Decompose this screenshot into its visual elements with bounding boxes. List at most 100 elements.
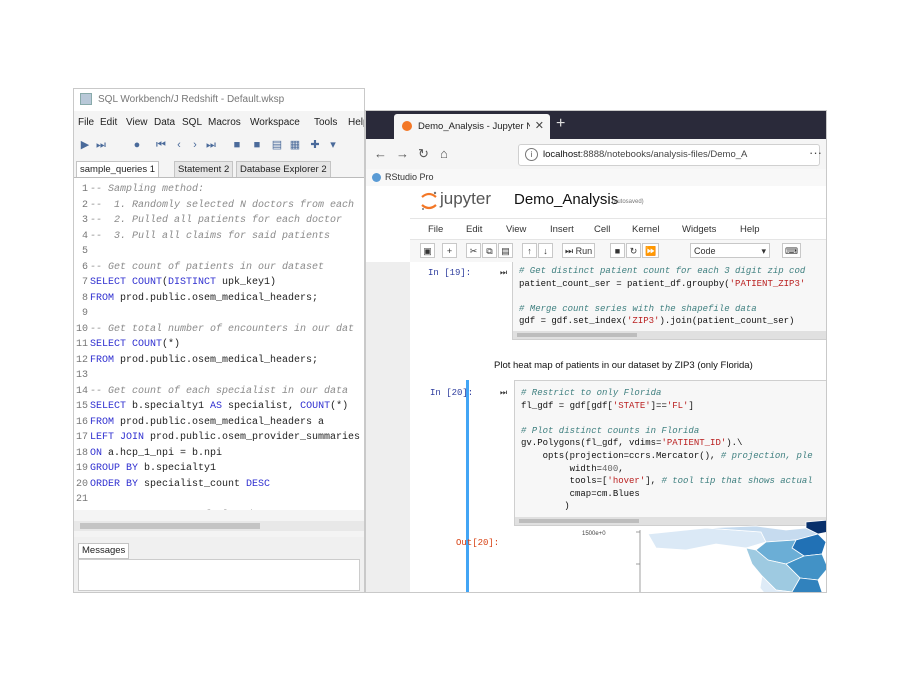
execute-icon[interactable]: ▶ [78,138,92,152]
tab-messages[interactable]: Messages [78,543,130,559]
jupyter-menu-file[interactable]: File [428,224,443,235]
tab-statement-2[interactable]: Statement 2 [174,161,234,177]
cell1-run-icon[interactable]: ⏭ [500,268,507,278]
sql-editor-horizontal-scrollbar[interactable] [74,521,364,531]
commit-icon[interactable]: ■ [230,138,244,152]
sql-editor-line[interactable]: 11 SELECT COUNT(*) [74,337,364,353]
insert-cell-icon[interactable]: + [442,243,457,258]
move-up-icon[interactable]: ↑ [522,243,537,258]
first-icon[interactable]: ⏮ [154,138,168,152]
sql-menu-workspace[interactable]: Workspace [250,117,300,128]
sql-editor-line[interactable]: 18 ON a.hcp_1_npi = b.npi [74,446,364,462]
restart-icon[interactable]: ↻ [626,243,641,258]
jupyter-logo-text[interactable]: jupyter [440,189,491,209]
code-token: gdf = gdf.set_index( [519,316,628,327]
browser-menu-icon[interactable]: ··· [809,145,822,160]
sql-editor-line[interactable]: 1 -- Sampling method: [74,182,364,198]
sql-token: -- Get percentage of closed encounters [90,510,318,511]
restart-run-all-icon[interactable]: ⏩ [642,243,660,258]
execute-all-icon[interactable]: ⏭ [94,138,108,152]
sql-editor-line[interactable]: 13 [74,368,364,384]
sql-menu-file[interactable]: File [78,117,94,128]
browser-tab[interactable]: Demo_Analysis - Jupyter Notebook ✕ [394,114,550,139]
sql-editor-line[interactable]: 2 -- 1. Randomly selected N doctors from … [74,198,364,214]
run-label: Run [575,246,593,256]
interrupt-icon[interactable]: ■ [610,243,625,258]
sql-token: -- Sampling method: [90,184,205,195]
table-icon[interactable]: ▦ [288,138,302,152]
sql-editor-line[interactable]: 22-- Get percentage of closed encounters [74,508,364,511]
sql-editor-line[interactable]: 20 ORDER BY specialist_count DESC [74,477,364,493]
jupyter-menu-edit[interactable]: Edit [466,224,482,235]
reload-icon[interactable]: ↻ [418,146,429,162]
sql-editor-line[interactable]: 14 -- Get count of each specialist in our… [74,384,364,400]
cell2-run-icon[interactable]: ⏭ [500,388,507,398]
sql-editor-line[interactable]: 17 LEFT JOIN prod.public.osem_provider_su… [74,430,364,446]
sql-editor-line[interactable]: 16 FROM prod.public.osem_medical_headers … [74,415,364,431]
tab-database-explorer[interactable]: Database Explorer 2 [236,161,331,177]
sql-editor-line[interactable]: 6 -- Get count of patients in our dataset [74,260,364,276]
dropdown-arrow-icon[interactable]: ▾ [326,138,340,152]
jupyter-menu-kernel[interactable]: Kernel [632,224,659,235]
new-tab-icon[interactable]: + [556,115,565,133]
jupyter-logo-icon[interactable] [420,190,438,212]
sql-editor-line[interactable]: 7 SELECT COUNT(DISTINCT upk_key1) [74,275,364,291]
cell1-code-editor[interactable]: gdf = gdf.set_index('ZIP3').join(patient… [512,262,826,340]
sql-token: b.specialty1 [126,401,211,412]
run-button[interactable]: ⏭ Run [562,243,596,258]
sql-menu-view[interactable]: View [126,117,148,128]
sql-editor-line[interactable]: 19 GROUP BY b.specialty1 [74,461,364,477]
sql-editor-line[interactable]: 9 [74,306,364,322]
bookmark-rstudio[interactable]: RStudio Pro [385,172,434,182]
sql-editor-line[interactable]: 10 -- Get total number of encounters in o… [74,322,364,338]
sql-editor[interactable]: 1 -- Sampling method: 2 -- 1. Randomly sele… [74,178,364,510]
home-icon[interactable]: ⌂ [440,146,448,161]
move-down-icon[interactable]: ↓ [538,243,553,258]
rollback-icon[interactable]: ■ [250,138,264,152]
jupyter-menu-insert[interactable]: Insert [550,224,574,235]
sql-editor-line[interactable]: 4 -- 3. Pull all claims for said patients [74,229,364,245]
sql-editor-line[interactable]: 15 SELECT b.specialty1 AS specialist, COU… [74,399,364,415]
cell1-scrollbar[interactable] [513,331,826,339]
jupyter-menu-help[interactable]: Help [740,224,760,235]
copy-icon[interactable]: ⧉ [482,243,497,258]
sql-menu-edit[interactable]: Edit [100,117,117,128]
jupyter-menu-cell[interactable]: Cell [594,224,610,235]
notebook-name[interactable]: Demo_Analysis [514,191,618,208]
database-icon[interactable]: ▤ [270,138,284,152]
sql-editor-line[interactable]: 5 [74,244,364,260]
last-icon[interactable]: ⏭ [204,138,218,152]
cell-type-select[interactable]: Code ▾ [690,243,770,258]
address-bar[interactable]: i localhost:8888/notebooks/analysis-file… [518,144,820,166]
save-icon[interactable]: ▣ [420,243,435,258]
back-icon[interactable]: ← [374,146,387,161]
close-tab-icon[interactable]: ✕ [535,119,544,132]
scrollbar-thumb[interactable] [80,523,260,529]
sql-menu-data[interactable]: Data [154,117,175,128]
sql-editor-line[interactable]: 3 -- 2. Pulled all patients for each doct… [74,213,364,229]
jupyter-menu-view[interactable]: View [506,224,526,235]
sql-menu-help[interactable]: Help [348,117,364,128]
command-palette-icon[interactable]: ⌨ [782,243,801,258]
cut-icon[interactable]: ✂ [466,243,481,258]
tab-sample-queries[interactable]: sample_queries 1 [76,161,159,177]
sql-editor-line[interactable]: 21 [74,492,364,508]
sql-editor-line[interactable]: 12 FROM prod.public.osem_medical_headers; [74,353,364,369]
site-info-icon[interactable]: i [525,148,538,161]
sql-editor-line[interactable]: 8 FROM prod.public.osem_medical_headers; [74,291,364,307]
plugin-icon[interactable]: ✚ [308,138,322,152]
sql-menu-sql[interactable]: SQL [182,117,202,128]
stop-icon[interactable]: ● [130,138,144,152]
jupyter-menu-widgets[interactable]: Widgets [682,224,716,235]
cell2-code-editor[interactable]: ) cmap=cm.Blues tools=['hover'], # tool … [514,380,826,526]
sql-title-bar[interactable]: SQL Workbench/J Redshift - Default.wksp [74,89,364,111]
sql-menu-tools[interactable]: Tools [314,117,337,128]
forward-icon[interactable]: → [396,146,409,161]
code-token: fl_gdf = gdf[gdf[ [521,400,613,411]
paste-icon[interactable]: ▤ [498,243,513,258]
next-icon[interactable]: › [188,138,202,152]
sql-menu-macros[interactable]: Macros [208,117,241,128]
florida-heatmap-output[interactable]: 1500e+0 [556,520,826,593]
scrollbar-thumb[interactable] [517,333,637,337]
previous-icon[interactable]: ‹ [172,138,186,152]
